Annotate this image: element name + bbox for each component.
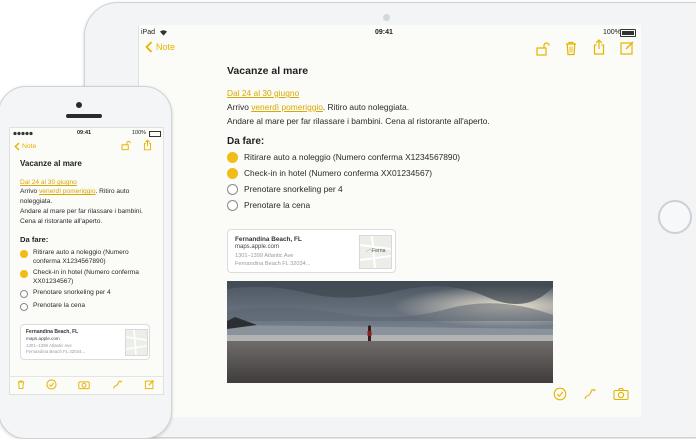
note-title: Vacanze al mare xyxy=(20,159,82,168)
map-card-address-1: 1301–1399 Atlantic Ave xyxy=(235,253,294,259)
note-title: Vacanze al mare xyxy=(227,65,309,77)
map-card-title: Fernandina Beach, FL xyxy=(26,329,79,335)
battery-icon xyxy=(149,130,161,137)
trash-icon[interactable] xyxy=(563,40,579,56)
checkbox-unchecked[interactable] xyxy=(20,303,28,311)
map-card[interactable]: Fernandina Beach, FL maps.apple.com 1301… xyxy=(227,229,396,273)
trash-icon[interactable] xyxy=(16,379,26,390)
todo-item: Prenotare la cena xyxy=(33,302,86,309)
map-card-url: maps.apple.com xyxy=(26,335,60,341)
beach-photo[interactable] xyxy=(227,281,553,383)
chevron-left-icon xyxy=(145,41,153,53)
checkbox-checked[interactable] xyxy=(20,250,28,258)
note-line-1: Arrivo venerdì pomeriggio. Ritiro auto xyxy=(20,188,130,195)
compose-icon[interactable] xyxy=(619,40,635,56)
note-line-1: Arrivo venerdì pomeriggio. Ritiro auto n… xyxy=(227,102,410,112)
checkbox-checked[interactable] xyxy=(227,168,238,179)
map-card[interactable]: Fernandina Beach, FL maps.apple.com 1301… xyxy=(20,324,150,360)
ipad-home-button[interactable] xyxy=(658,200,692,234)
note-line-2: Andare al mare per far rilassare i bambi… xyxy=(20,208,143,215)
iphone-camera xyxy=(76,102,82,108)
signal-icon xyxy=(13,131,37,136)
note-line-2: Andare al mare per far rilassare i bambi… xyxy=(227,116,490,126)
todo-item: Check-in in hotel (Numero conferma XX0123… xyxy=(33,269,139,286)
map-thumbnail xyxy=(125,329,148,356)
map-card-address-2: Fernandina Beach FL 32034... xyxy=(26,349,86,354)
battery-icon xyxy=(620,29,636,37)
todo-item: Prenotare snorkeling per 4 xyxy=(33,289,111,296)
ipad-camera xyxy=(383,14,390,21)
back-label: Note xyxy=(156,42,176,52)
note-line-1b: noleggiata. xyxy=(20,197,53,205)
todo-item: Check-in in hotel (Numero conferma XX012… xyxy=(244,168,433,178)
todo-heading: Da fare: xyxy=(227,136,265,147)
note-date-link[interactable]: Dal 24 al 30 giugno xyxy=(227,86,299,100)
note-date-link[interactable]: Dal 24 al 30 giugno xyxy=(20,178,77,187)
share-icon[interactable] xyxy=(591,39,607,55)
note-time-link[interactable]: venerdì pomeriggio xyxy=(251,102,323,112)
note-time-link[interactable]: venerdì pomeriggio xyxy=(39,188,95,195)
chevron-left-icon xyxy=(14,142,20,151)
compose-icon[interactable] xyxy=(144,379,155,390)
map-thumbnail: Ferna xyxy=(359,235,392,269)
checkbox-unchecked[interactable] xyxy=(227,184,238,195)
checklist-icon[interactable] xyxy=(553,387,567,401)
camera-icon[interactable] xyxy=(78,379,90,390)
checkbox-unchecked[interactable] xyxy=(227,200,238,211)
status-time: 09:41 xyxy=(375,29,393,36)
checkbox-unchecked[interactable] xyxy=(20,290,28,298)
todo-item: Prenotare la cena xyxy=(244,200,311,210)
lock-icon[interactable] xyxy=(534,41,550,57)
checkbox-checked[interactable] xyxy=(227,152,238,163)
todo-heading: Da fare: xyxy=(20,235,49,244)
ipad-screen: iPad 09:41 100% Note Vacanze al mare Dal… xyxy=(138,25,641,417)
back-button[interactable]: Note xyxy=(14,142,36,151)
camera-icon[interactable] xyxy=(613,387,629,401)
map-card-address-2: Fernandina Beach FL 32034... xyxy=(235,261,311,267)
battery-percent: 100% xyxy=(603,29,621,36)
wifi-icon xyxy=(159,29,168,36)
map-card-address-1: 1301–1399 Atlantic Ave xyxy=(26,342,72,348)
checklist-icon[interactable] xyxy=(46,379,57,390)
iphone-speaker xyxy=(66,114,102,118)
todo-item: Ritirare auto a noleggio (Numero conferma… xyxy=(33,249,129,266)
iphone-screen: 09:41 100% Note Vacanze al mare Dal 24 a… xyxy=(9,127,164,395)
sketch-icon[interactable] xyxy=(112,379,123,390)
back-label: Note xyxy=(22,143,37,150)
lock-icon[interactable] xyxy=(120,140,131,151)
toolbar-divider xyxy=(10,376,163,377)
share-icon[interactable] xyxy=(142,139,153,151)
back-button[interactable]: Note xyxy=(145,41,175,53)
todo-item: Prenotare snorkeling per 4 xyxy=(244,184,343,194)
note-line-3: Cena al ristorante all'aperto. xyxy=(20,218,103,225)
status-time: 09:41 xyxy=(77,130,92,136)
battery-percent: 100% xyxy=(132,130,147,136)
checkbox-checked[interactable] xyxy=(20,270,28,278)
map-card-title: Fernandina Beach, FL xyxy=(235,236,302,243)
map-card-url: maps.apple.com xyxy=(235,244,280,250)
todo-item: Ritirare auto a noleggio (Numero conferm… xyxy=(244,152,461,162)
sketch-icon[interactable] xyxy=(583,387,597,401)
